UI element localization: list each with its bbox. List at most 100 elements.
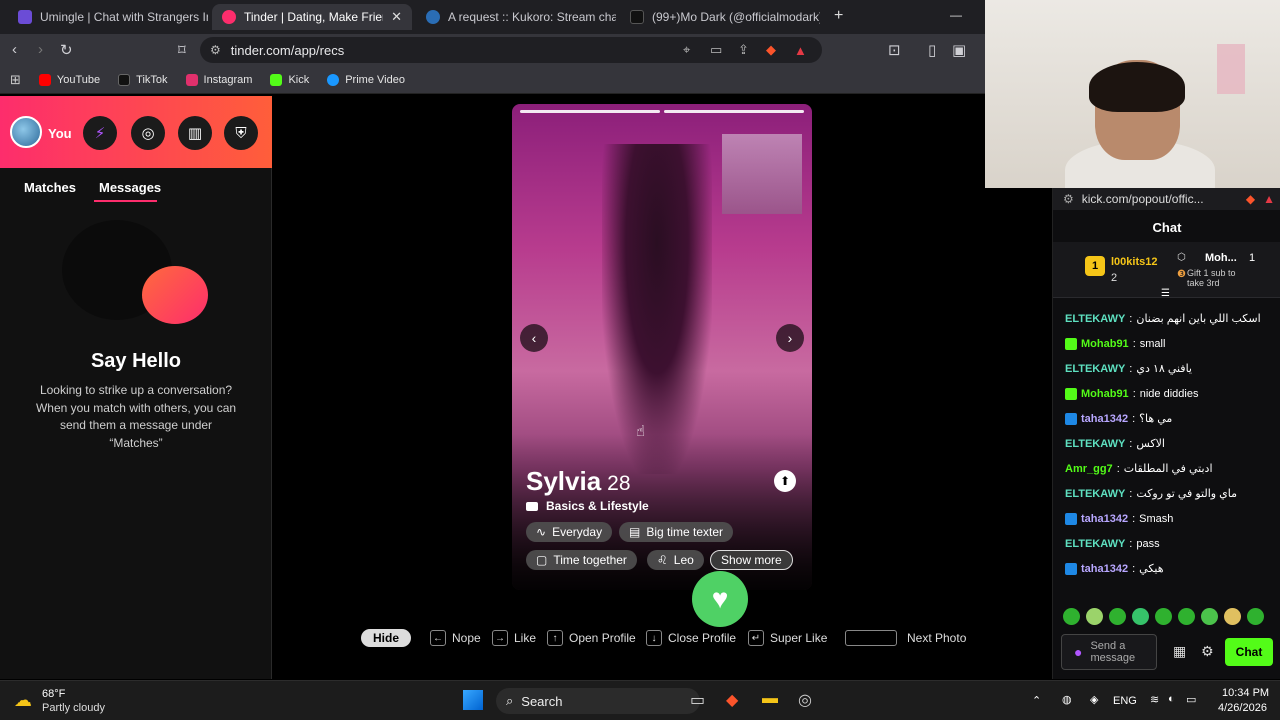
- tray-chevron-icon[interactable]: ⌃: [1032, 694, 1041, 707]
- chat-username[interactable]: taha1342: [1081, 563, 1128, 575]
- shortcut-like[interactable]: → Like: [492, 628, 536, 648]
- tab-tinder[interactable]: Tinder | Dating, Make Friends & ✕: [212, 4, 412, 30]
- boost-icon[interactable]: ⚡: [83, 116, 117, 150]
- location-icon[interactable]: ⌖: [683, 42, 690, 58]
- emote-icon[interactable]: [1063, 608, 1080, 625]
- settings-gear-icon[interactable]: ⚙: [1201, 643, 1214, 660]
- safety-shield-icon[interactable]: ⛨: [224, 116, 258, 150]
- shortcut-nope[interactable]: ← Nope: [430, 628, 481, 648]
- emote-icon[interactable]: [1224, 608, 1241, 625]
- wifi-icon[interactable]: ≋: [1150, 693, 1159, 706]
- brave-shield-icon[interactable]: ◆: [766, 42, 776, 58]
- explore-icon[interactable]: ◎: [131, 116, 165, 150]
- chat-username[interactable]: taha1342: [1081, 413, 1128, 425]
- profile-card[interactable]: ‹ › Sylvia 28 ⬆ Basics & Lifestyle ∿ Every…: [512, 104, 812, 590]
- tab-title: Umingle | Chat with Strangers Instant: [40, 10, 208, 24]
- open-profile-arrow-icon[interactable]: ⬆: [774, 470, 796, 492]
- chat-send-button[interactable]: Chat: [1225, 638, 1273, 666]
- shield-tray-icon[interactable]: ◈: [1090, 693, 1098, 706]
- work-mode-icon[interactable]: ▥: [178, 116, 212, 150]
- previous-photo-icon[interactable]: ‹: [520, 324, 548, 352]
- emote-icon[interactable]: [1201, 608, 1218, 625]
- cast-icon[interactable]: ▭: [710, 42, 722, 58]
- like-heart-button[interactable]: ♥: [692, 571, 748, 627]
- shortcut-hide[interactable]: Hide: [361, 628, 412, 648]
- show-more-button[interactable]: Show more: [710, 550, 793, 570]
- emote-icon[interactable]: [1178, 608, 1195, 625]
- reload-icon[interactable]: ↻: [60, 41, 73, 59]
- bookmark-prime-video[interactable]: Prime Video: [327, 73, 405, 86]
- chat-message-input[interactable]: ● Send a message: [1061, 634, 1157, 670]
- avatar[interactable]: [10, 116, 42, 148]
- tab-tiktok[interactable]: (99+)Mo Dark (@officialmodark) | Tik: [620, 4, 820, 30]
- you-label[interactable]: You: [48, 126, 72, 141]
- task-view-icon[interactable]: ▭: [690, 690, 705, 710]
- taskbar-search[interactable]: ⌕ Search: [496, 688, 700, 714]
- weather-icon[interactable]: ☁: [14, 690, 32, 711]
- tab-kukoro[interactable]: A request :: Kukoro: Stream chat gam: [416, 4, 616, 30]
- shortcut-open-profile[interactable]: ↑ Open Profile: [547, 628, 636, 648]
- chat-username[interactable]: taha1342: [1081, 513, 1128, 525]
- chat-username[interactable]: Amr_gg7: [1065, 463, 1113, 475]
- tab-matches[interactable]: Matches: [24, 180, 76, 195]
- zodiac-icon: ♌: [657, 553, 668, 567]
- battery-icon[interactable]: ▭: [1186, 693, 1196, 706]
- shortcut-close-profile[interactable]: ↓ Close Profile: [646, 628, 736, 648]
- back-icon[interactable]: ‹: [12, 41, 17, 58]
- brave-shield-icon[interactable]: ◆: [1246, 192, 1255, 206]
- microphone-icon[interactable]: ●: [1074, 645, 1082, 659]
- sidebar-toggle-icon[interactable]: ▯: [928, 41, 936, 59]
- bookmark-icon[interactable]: ⌑: [178, 41, 186, 59]
- emote-icon[interactable]: [1155, 608, 1172, 625]
- shortcut-next-photo[interactable]: Next Photo: [845, 628, 966, 648]
- volume-icon[interactable]: ◐: [1168, 693, 1175, 705]
- address-bar[interactable]: ⚙ tinder.com/app/recs ⌖ ▭ ⇪ ◆ ▲: [200, 37, 822, 63]
- bookmark-tiktok[interactable]: TikTok: [118, 73, 168, 86]
- store-icon[interactable]: ▦: [1173, 643, 1186, 660]
- chat-url-bar[interactable]: ⚙ kick.com/popout/offic... ◆ ▲: [1053, 188, 1280, 210]
- chat-username[interactable]: ELTEKAWY: [1065, 538, 1125, 550]
- minimize-button[interactable]: —: [950, 8, 962, 22]
- close-tab-icon[interactable]: ✕: [391, 9, 402, 25]
- tab-umingle[interactable]: Umingle | Chat with Strangers Instant: [8, 4, 208, 30]
- weather-condition: Partly cloudy: [42, 702, 105, 714]
- collapse-icon[interactable]: ☰: [1161, 288, 1170, 299]
- next-photo-icon[interactable]: ›: [776, 324, 804, 352]
- bookmark-instagram[interactable]: Instagram: [185, 73, 252, 86]
- brave-rewards-icon[interactable]: ▲: [794, 43, 807, 58]
- screenshot-icon[interactable]: ⊡: [888, 41, 901, 59]
- new-tab-button[interactable]: +: [834, 7, 843, 25]
- user-badge-icon: [1065, 412, 1077, 425]
- chat-username[interactable]: ELTEKAWY: [1065, 438, 1125, 450]
- chat-username[interactable]: ELTEKAWY: [1065, 363, 1125, 375]
- clock-date[interactable]: 4/26/2026: [1218, 702, 1267, 714]
- chat-username[interactable]: ELTEKAWY: [1065, 313, 1125, 325]
- chat-username[interactable]: Mohab91: [1081, 388, 1129, 400]
- top-gifter-name: l00kits12: [1111, 256, 1158, 268]
- emote-icon[interactable]: [1132, 608, 1149, 625]
- wallet-icon[interactable]: ▣: [952, 41, 966, 59]
- emote-icon[interactable]: [1109, 608, 1126, 625]
- emote-icon[interactable]: [1086, 608, 1103, 625]
- brave-browser-icon[interactable]: ◆: [726, 690, 738, 710]
- emote-icon[interactable]: [1247, 608, 1264, 625]
- hide-button[interactable]: Hide: [361, 629, 412, 647]
- brave-rewards-icon[interactable]: ▲: [1263, 192, 1275, 206]
- file-explorer-icon[interactable]: ▬: [762, 690, 778, 708]
- apps-grid-icon[interactable]: ⊞: [10, 72, 21, 88]
- clock-time[interactable]: 10:34 PM: [1222, 687, 1269, 699]
- bookmark-youtube[interactable]: YouTube: [38, 73, 100, 86]
- chat-message: ELTEKAWY: يافني ١٨ دي: [1065, 356, 1277, 381]
- bookmark-kick[interactable]: Kick: [270, 73, 309, 86]
- tab-messages[interactable]: Messages: [99, 180, 161, 195]
- app-icon[interactable]: ◎: [798, 690, 812, 710]
- chat-username[interactable]: ELTEKAWY: [1065, 488, 1125, 500]
- windows-start-icon[interactable]: [463, 690, 483, 710]
- shortcut-super-like[interactable]: ↵ Super Like: [748, 628, 827, 648]
- chat-username[interactable]: Mohab91: [1081, 338, 1129, 350]
- site-info-icon[interactable]: ⚙: [210, 43, 221, 57]
- language-indicator[interactable]: ENG: [1113, 695, 1137, 707]
- forward-icon[interactable]: ›: [38, 41, 43, 58]
- network-icon[interactable]: ◍: [1062, 693, 1072, 706]
- share-icon[interactable]: ⇪: [738, 42, 749, 58]
